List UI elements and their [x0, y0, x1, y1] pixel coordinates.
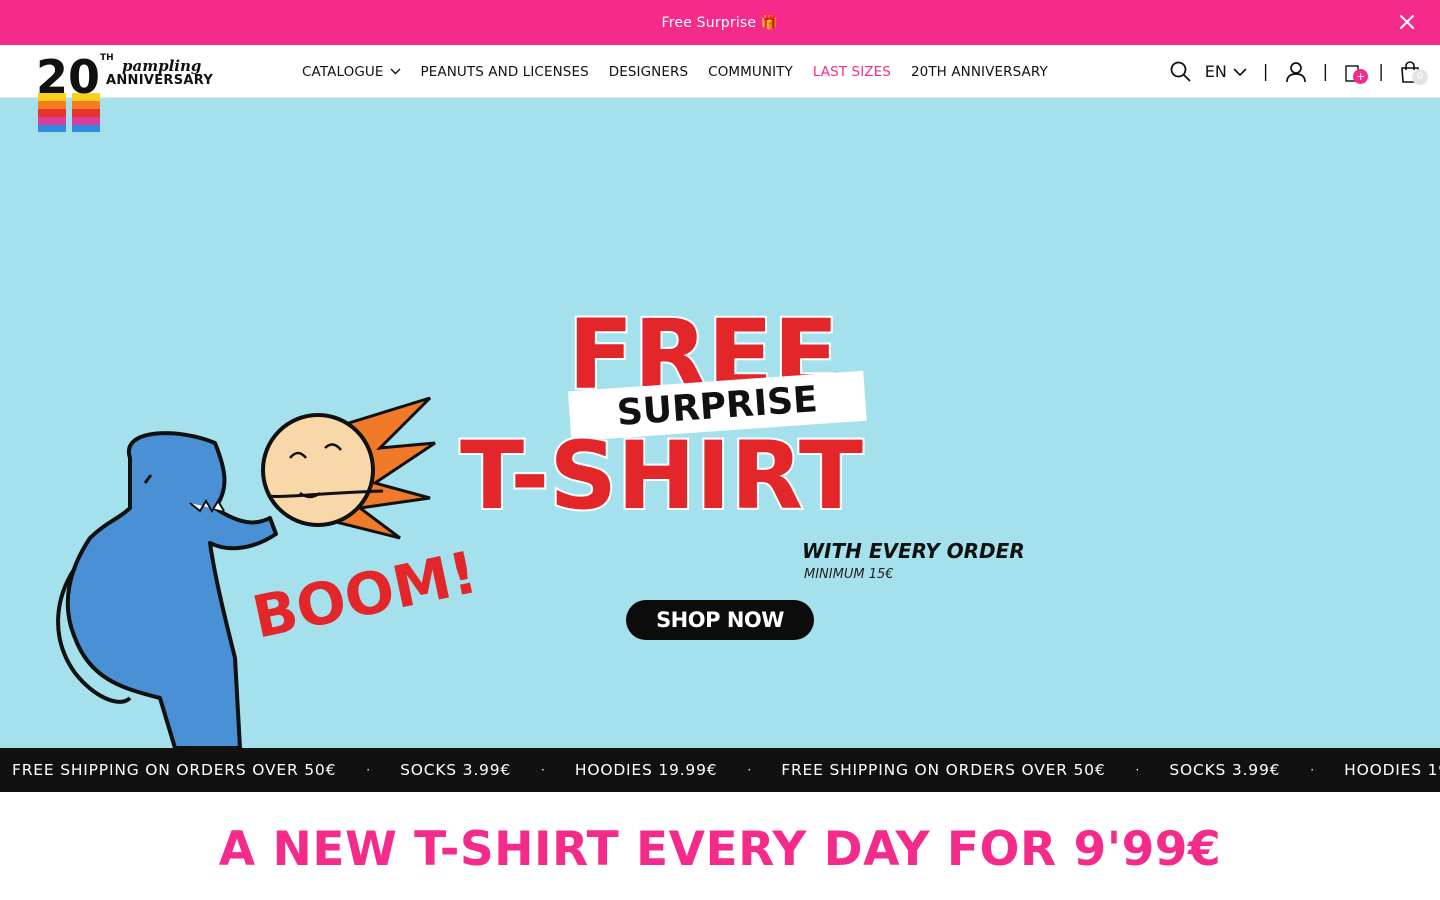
logo-tagline: ANNIVERSARY — [106, 73, 214, 88]
logo-20-graphic: 20 — [36, 51, 100, 132]
nav-item-label: COMMUNITY — [708, 63, 793, 80]
search-icon — [1170, 61, 1191, 82]
ticker-item: FREE SHIPPING ON ORDERS OVER 50€ — [781, 761, 1106, 779]
nav-item-20th-anniversary[interactable]: 20TH ANNIVERSARY — [911, 64, 1048, 80]
nav-item-label: DESIGNERS — [608, 63, 689, 80]
close-icon[interactable] — [1398, 13, 1416, 31]
account-button[interactable] — [1285, 61, 1307, 83]
site-logo[interactable]: 20 TH pampling ANNIVERSARY — [36, 51, 216, 135]
user-icon — [1285, 61, 1306, 82]
nav-item-community[interactable]: COMMUNITY — [708, 64, 793, 80]
ticker-separator: · — [1135, 763, 1140, 777]
hero-banner[interactable]: BOOM! FREE SURPRISE T-SHIRT WITH EVERY O… — [0, 98, 1440, 748]
ticker-track: FREE SHIPPING ON ORDERS OVER 50€ · SOCKS… — [0, 761, 1440, 779]
nav-item-label: CATALOGUE — [302, 63, 384, 80]
language-label: EN — [1204, 62, 1227, 81]
separator: | — [1322, 61, 1329, 82]
announcement-bar: Free Surprise 🎁 — [0, 0, 1440, 45]
hero-artwork: BOOM! FREE SURPRISE T-SHIRT WITH EVERY O… — [56, 297, 1025, 748]
cart-button[interactable]: 0 — [1400, 60, 1428, 85]
announcement-text[interactable]: Free Surprise 🎁 — [662, 15, 779, 31]
chevron-down-icon — [1233, 67, 1247, 76]
logo-suffix: TH — [100, 53, 114, 63]
ticker-separator: · — [366, 763, 371, 777]
boom-text: BOOM! — [247, 538, 483, 652]
main-nav: CATALOGUE PEANUTS AND LICENSES DESIGNERS… — [302, 45, 1048, 98]
logo-number: 20 — [36, 51, 100, 104]
hero-title-tshirt: T-SHIRT — [460, 422, 863, 531]
page-headline: A NEW T-SHIRT EVERY DAY FOR 9'99€ — [218, 822, 1222, 877]
nav-item-label: PEANUTS AND LICENSES — [420, 63, 589, 80]
shop-now-button[interactable]: SHOP NOW — [626, 600, 814, 640]
header-tools: EN | | + | 0 — [1170, 45, 1428, 98]
nav-item-peanuts[interactable]: PEANUTS AND LICENSES — [421, 64, 589, 80]
ticker-item: HOODIES 19.99€ — [1344, 761, 1440, 779]
nav-item-label: LAST SIZES — [812, 63, 891, 80]
ticker-item: HOODIES 19.99€ — [574, 761, 718, 779]
nav-item-label: 20TH ANNIVERSARY — [910, 63, 1048, 80]
search-button[interactable] — [1170, 61, 1191, 82]
ticker-separator: · — [541, 763, 545, 777]
ticker-separator: · — [1310, 763, 1315, 777]
hero-subtitle: WITH EVERY ORDER — [802, 539, 1025, 563]
wishlist-button[interactable]: + — [1344, 62, 1369, 84]
separator: | — [1378, 61, 1384, 82]
nav-item-catalogue[interactable]: CATALOGUE — [302, 64, 401, 80]
ticker-item: SOCKS 3.99€ — [400, 761, 512, 779]
cart-count: 0 — [1412, 68, 1428, 85]
chevron-down-icon — [390, 68, 400, 75]
ticker-item: FREE SHIPPING ON ORDERS OVER 50€ — [12, 761, 337, 779]
nav-item-designers[interactable]: DESIGNERS — [609, 64, 688, 80]
site-header: 20 TH pampling ANNIVERSARY CATALOGUE PEA… — [0, 45, 1440, 132]
hero-minimum: MINIMUM 15€ — [804, 567, 894, 582]
dinosaur-icon — [56, 431, 278, 748]
separator: | — [1262, 61, 1269, 82]
nav-item-last-sizes[interactable]: LAST SIZES — [813, 64, 891, 80]
wishlist-badge: + — [1353, 68, 1369, 84]
fireball-icon — [261, 396, 436, 540]
ticker-item: SOCKS 3.99€ — [1169, 761, 1281, 779]
promo-ticker: FREE SHIPPING ON ORDERS OVER 50€ · SOCKS… — [0, 748, 1440, 792]
ticker-separator: · — [747, 763, 752, 777]
language-selector[interactable]: EN — [1205, 62, 1247, 81]
